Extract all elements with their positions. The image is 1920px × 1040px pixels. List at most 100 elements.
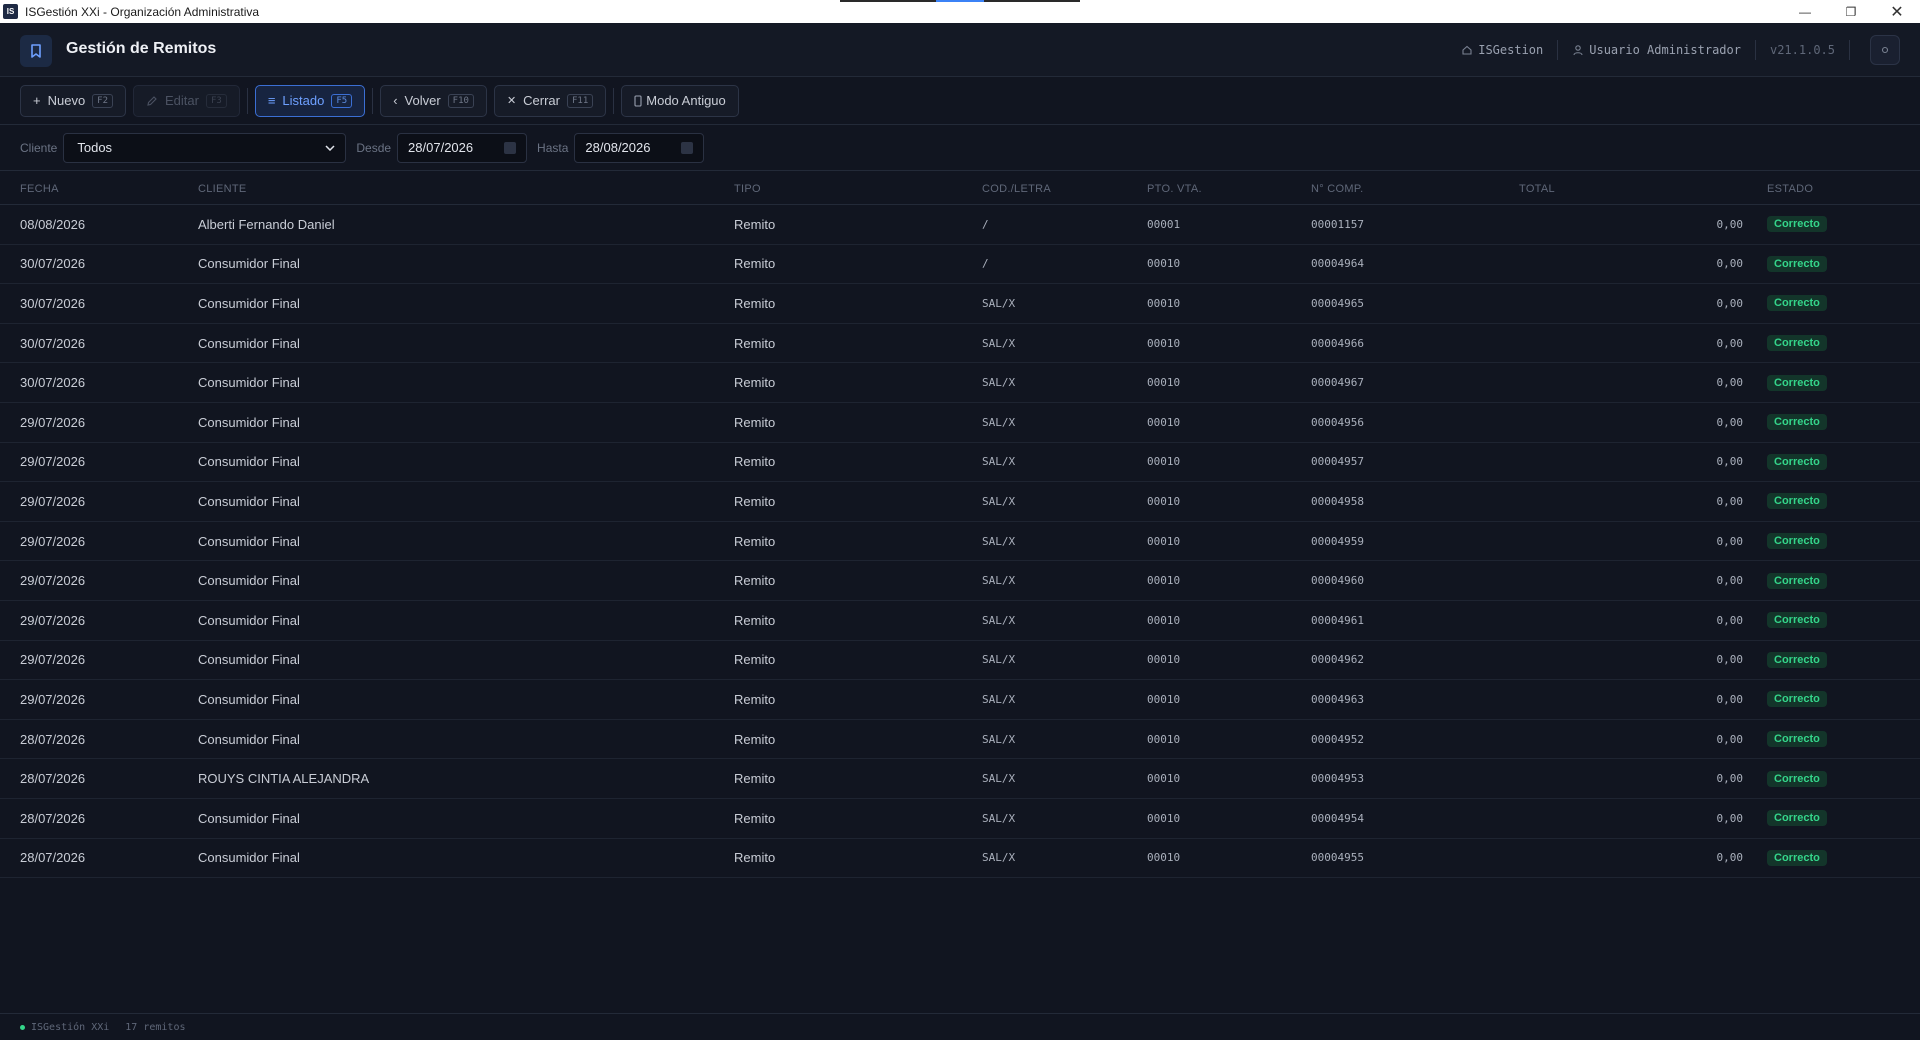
editar-button[interactable]: Editar F3 bbox=[133, 84, 240, 117]
table-row[interactable]: 30/07/2026 Consumidor Final Remito SAL/X 000… bbox=[0, 284, 1920, 324]
close-window-button[interactable]: ✕ bbox=[1874, 0, 1920, 23]
hasta-date-input[interactable]: 28/08/2026 bbox=[574, 132, 705, 163]
cliente-select[interactable]: Todos bbox=[63, 132, 347, 163]
listado-button[interactable]: ≡ Listado F5 bbox=[254, 84, 366, 117]
cell-total: 0,00 bbox=[1716, 574, 1744, 588]
cell-fecha: 30/07/2026 bbox=[20, 256, 86, 272]
restore-button[interactable]: ❐ bbox=[1828, 0, 1874, 23]
calendar-icon[interactable] bbox=[681, 141, 694, 154]
cell-pto-vta: 00010 bbox=[1147, 376, 1181, 390]
cell-tipo: Remito bbox=[734, 731, 776, 747]
table-row[interactable]: 29/07/2026 Consumidor Final Remito SAL/X 000… bbox=[0, 601, 1920, 641]
cell-cod-letra: SAL/X bbox=[982, 336, 1016, 350]
shortcut-key: F2 bbox=[92, 93, 114, 108]
cell-cod-letra: SAL/X bbox=[982, 455, 1016, 469]
editar-label: Editar bbox=[165, 93, 199, 108]
user-indicator: Usuario Administrador bbox=[1572, 43, 1741, 57]
close-icon: ✕ bbox=[506, 95, 517, 107]
nuevo-button[interactable]: + Nuevo F2 bbox=[20, 84, 127, 117]
column-header-fecha[interactable]: FECHA bbox=[20, 172, 59, 205]
cell-cod-letra: SAL/X bbox=[982, 772, 1016, 786]
status-dot-icon bbox=[20, 1024, 25, 1030]
column-header-total[interactable]: TOTAL bbox=[1519, 172, 1743, 205]
status-badge: Correcto bbox=[1767, 731, 1827, 748]
cell-pto-vta: 00010 bbox=[1147, 455, 1181, 469]
list-icon: ≡ bbox=[267, 93, 276, 108]
table-row[interactable]: 30/07/2026 Consumidor Final Remito SAL/X 000… bbox=[0, 363, 1920, 403]
cell-total: 0,00 bbox=[1716, 455, 1744, 469]
cell-estado: Correcto bbox=[1767, 482, 1827, 521]
header-divider bbox=[1557, 40, 1559, 60]
status-badge: Correcto bbox=[1767, 533, 1827, 550]
column-header-cod-letra[interactable]: COD./LETRA bbox=[982, 172, 1051, 205]
status-badge: Correcto bbox=[1767, 216, 1827, 233]
home-icon bbox=[1462, 45, 1472, 55]
cell-estado: Correcto bbox=[1767, 641, 1827, 680]
cell-n-comp: 00004958 bbox=[1311, 494, 1364, 508]
cell-fecha: 30/07/2026 bbox=[20, 375, 86, 391]
cell-estado: Correcto bbox=[1767, 363, 1827, 402]
cell-cod-letra: / bbox=[982, 257, 989, 271]
calendar-icon[interactable] bbox=[504, 141, 517, 154]
column-header-estado[interactable]: ESTADO bbox=[1767, 172, 1813, 205]
cell-fecha: 08/08/2026 bbox=[20, 216, 86, 232]
status-badge: Correcto bbox=[1767, 335, 1827, 352]
table-row[interactable]: 29/07/2026 Consumidor Final Remito SAL/X 000… bbox=[0, 680, 1920, 720]
column-header-tipo[interactable]: TIPO bbox=[734, 172, 761, 205]
table-row[interactable]: 28/07/2026 Consumidor Final Remito SAL/X 000… bbox=[0, 799, 1920, 839]
desde-date-input[interactable]: 28/07/2026 bbox=[397, 132, 528, 163]
cell-cliente: ROUYS CINTIA ALEJANDRA bbox=[198, 771, 370, 787]
cell-tipo: Remito bbox=[734, 216, 776, 232]
cell-total: 0,00 bbox=[1716, 217, 1744, 231]
table-row[interactable]: 30/07/2026 Consumidor Final Remito SAL/X 000… bbox=[0, 324, 1920, 364]
volver-button[interactable]: ‹ Volver F10 bbox=[380, 84, 487, 117]
cell-total: 0,00 bbox=[1716, 296, 1744, 310]
cell-cod-letra: SAL/X bbox=[982, 574, 1016, 588]
table-row[interactable]: 30/07/2026 Consumidor Final Remito / 00010 00… bbox=[0, 245, 1920, 285]
table-row[interactable]: 29/07/2026 Consumidor Final Remito SAL/X 000… bbox=[0, 403, 1920, 443]
cell-n-comp: 00004961 bbox=[1311, 613, 1364, 627]
column-header-pto-vta[interactable]: PTO. VTA. bbox=[1147, 172, 1202, 205]
cell-total: 0,00 bbox=[1716, 811, 1744, 825]
cell-fecha: 29/07/2026 bbox=[20, 612, 86, 628]
cell-pto-vta: 00010 bbox=[1147, 653, 1181, 667]
status-badge: Correcto bbox=[1767, 651, 1827, 668]
table-body: 08/08/2026 Alberti Fernando Daniel Remito /… bbox=[0, 205, 1920, 879]
cell-tipo: Remito bbox=[734, 493, 776, 509]
cell-pto-vta: 00010 bbox=[1147, 574, 1181, 588]
table-row[interactable]: 28/07/2026 Consumidor Final Remito SAL/X 000… bbox=[0, 720, 1920, 760]
cell-pto-vta: 00010 bbox=[1147, 772, 1181, 786]
table-row[interactable]: 28/07/2026 Consumidor Final Remito SAL/X 000… bbox=[0, 839, 1920, 879]
cell-cliente: Consumidor Final bbox=[198, 533, 300, 549]
cell-n-comp: 00004953 bbox=[1311, 772, 1364, 786]
device-icon bbox=[634, 94, 642, 107]
cell-cliente: Consumidor Final bbox=[198, 691, 300, 707]
version-label: v21.1.0.5 bbox=[1769, 43, 1835, 57]
table-row[interactable]: 29/07/2026 Consumidor Final Remito SAL/X 000… bbox=[0, 482, 1920, 522]
cerrar-button[interactable]: ✕ Cerrar F11 bbox=[493, 84, 607, 117]
cell-fecha: 28/07/2026 bbox=[20, 731, 86, 747]
table-row[interactable]: 29/07/2026 Consumidor Final Remito SAL/X 000… bbox=[0, 641, 1920, 681]
cell-estado: Correcto bbox=[1767, 799, 1827, 838]
titlebar-drag-highlight bbox=[936, 0, 984, 2]
cell-pto-vta: 00010 bbox=[1147, 811, 1181, 825]
chevron-left-icon: ‹ bbox=[393, 93, 398, 108]
table-row[interactable]: 08/08/2026 Alberti Fernando Daniel Remito /… bbox=[0, 205, 1920, 245]
column-header-n-comp[interactable]: N° COMP. bbox=[1311, 172, 1363, 205]
theme-toggle-button[interactable] bbox=[1870, 35, 1900, 65]
minimize-button[interactable]: — bbox=[1782, 0, 1828, 23]
column-header-cliente[interactable]: CLIENTE bbox=[198, 172, 247, 205]
table-row[interactable]: 29/07/2026 Consumidor Final Remito SAL/X 000… bbox=[0, 561, 1920, 601]
table-row[interactable]: 28/07/2026 ROUYS CINTIA ALEJANDRA Remito SA… bbox=[0, 759, 1920, 799]
modo-antiguo-button[interactable]: Modo Antiguo bbox=[621, 84, 739, 117]
cell-estado: Correcto bbox=[1767, 443, 1827, 482]
table-row[interactable]: 29/07/2026 Consumidor Final Remito SAL/X 000… bbox=[0, 522, 1920, 562]
volver-label: Volver bbox=[404, 93, 441, 108]
cell-pto-vta: 00001 bbox=[1147, 217, 1181, 231]
listado-label: Listado bbox=[282, 93, 325, 108]
cell-total: 0,00 bbox=[1716, 336, 1744, 350]
cell-total: 0,00 bbox=[1716, 653, 1744, 667]
table-row[interactable]: 29/07/2026 Consumidor Final Remito SAL/X 000… bbox=[0, 443, 1920, 483]
cell-tipo: Remito bbox=[734, 810, 776, 826]
cell-estado: Correcto bbox=[1767, 720, 1827, 759]
